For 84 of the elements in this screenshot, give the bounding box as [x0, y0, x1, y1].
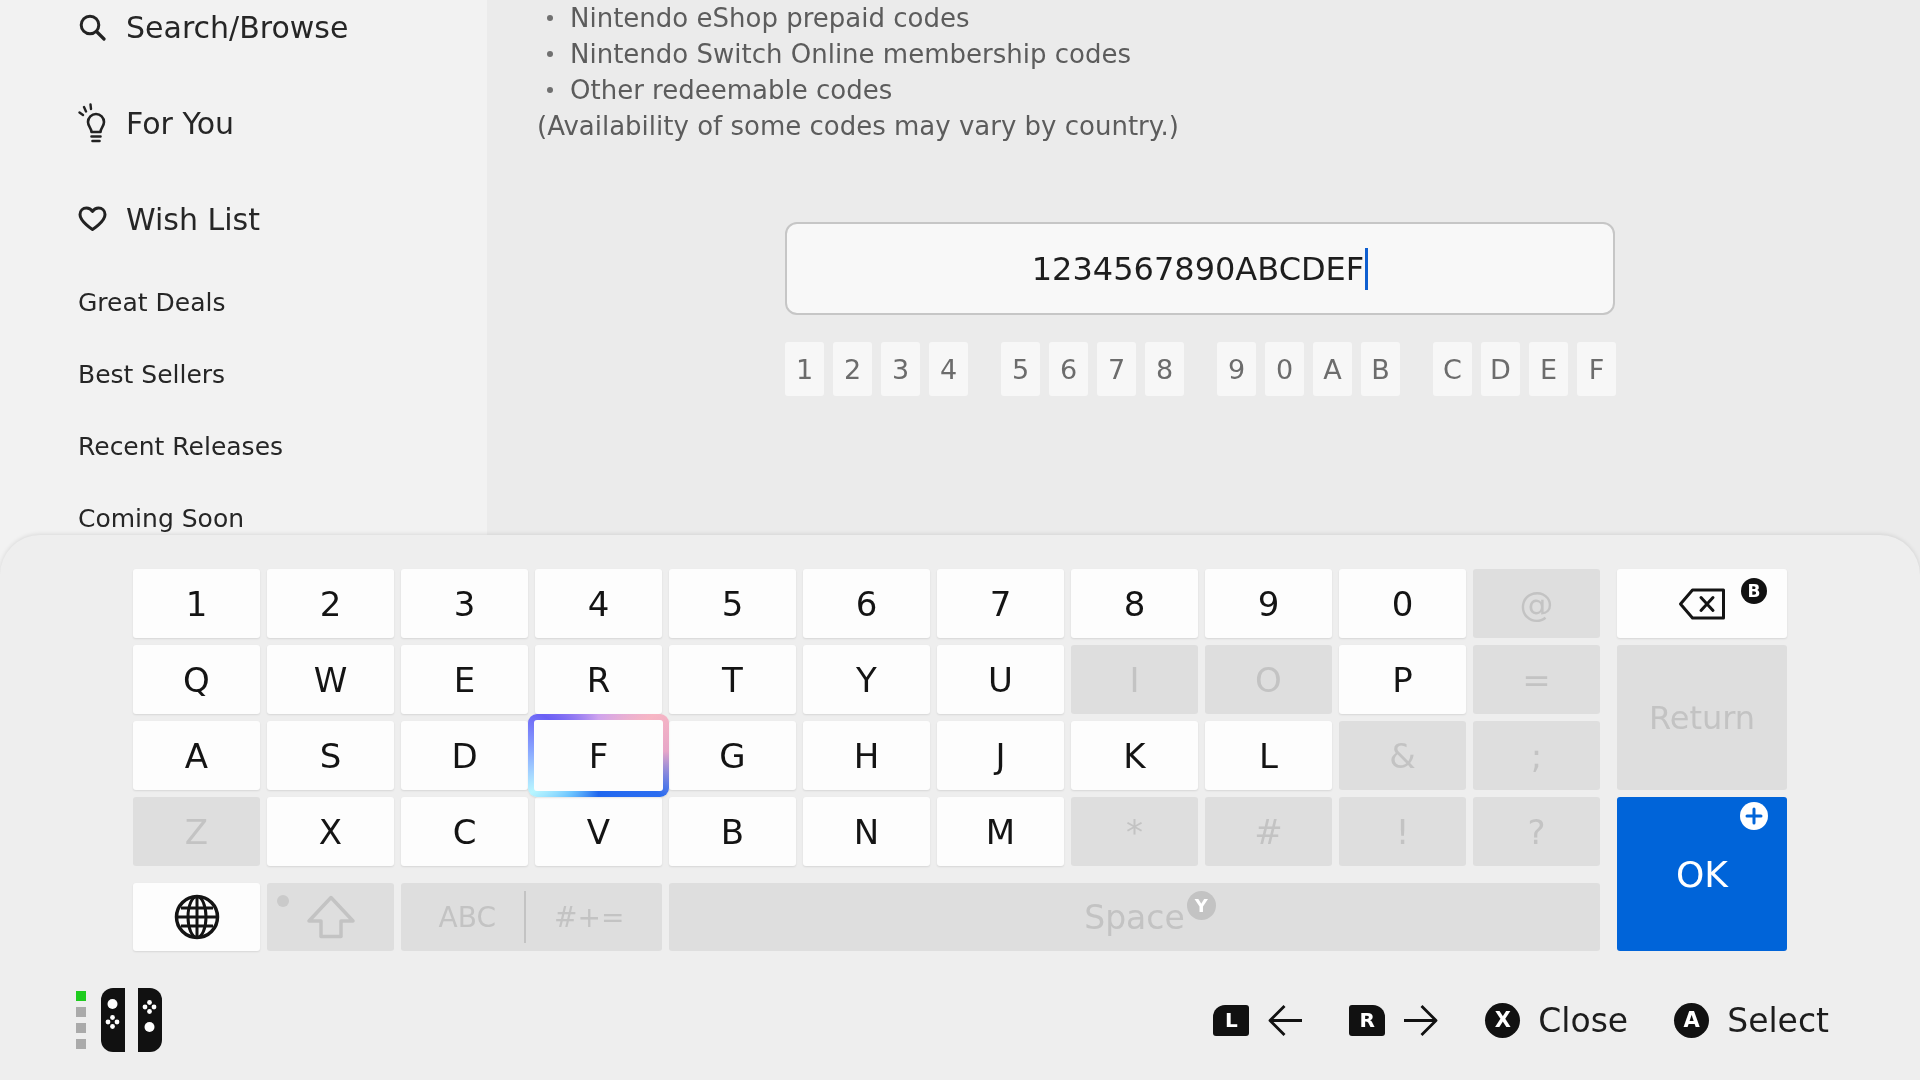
keyboard-key[interactable]: 7 [937, 569, 1064, 638]
keyboard-key[interactable]: M [937, 797, 1064, 866]
button-prompt: Y [1186, 891, 1216, 920]
keyboard-key[interactable]: Y [803, 645, 930, 714]
code-character-tile: A [1313, 342, 1352, 396]
code-character-tile: 8 [1145, 342, 1184, 396]
keyboard-key[interactable]: 9 [1205, 569, 1332, 638]
keyboard-key[interactable]: 1 [133, 569, 260, 638]
code-character-tile: 3 [881, 342, 920, 396]
keyboard-key[interactable]: 8 [1071, 569, 1198, 638]
code-character-tile: 4 [929, 342, 968, 396]
left-arrow-icon [1267, 1003, 1304, 1037]
keyboard-key[interactable]: T [669, 645, 796, 714]
availability-note: (Availability of some codes may vary by country.) [537, 110, 1179, 143]
keyboard-key[interactable]: A [133, 721, 260, 790]
hint-label: Select [1727, 1000, 1829, 1040]
shoulder-button-prompt: L [1213, 1004, 1250, 1036]
code-character-tile: 9 [1217, 342, 1256, 396]
keyboard-key[interactable]: R [535, 645, 662, 714]
search-icon [78, 13, 107, 41]
code-character-tile: 0 [1265, 342, 1304, 396]
code-character-tile: D [1481, 342, 1520, 396]
code-type-text: Nintendo Switch Online membership codes [570, 38, 1131, 71]
keyboard-key[interactable]: B [669, 797, 796, 866]
keyboard-key[interactable]: 6 [803, 569, 930, 638]
code-type-text: Nintendo eShop prepaid codes [570, 2, 970, 35]
globe-icon [173, 894, 220, 940]
face-button-prompt: A [1674, 1002, 1710, 1038]
keyboard-key[interactable]: U [937, 645, 1064, 714]
code-character-tile: 5 [1001, 342, 1040, 396]
keyboard-key[interactable]: C [401, 797, 528, 866]
lightbulb-icon [78, 102, 107, 144]
shoulder-button-prompt: R [1349, 1004, 1386, 1036]
sidebar-item[interactable]: Great Deals [78, 288, 226, 318]
keyboard-key[interactable]: V [535, 797, 662, 866]
backspace-key[interactable]: B [1617, 569, 1787, 638]
sidebar-item[interactable]: Recent Releases [78, 432, 284, 462]
keyboard-key[interactable]: H [803, 721, 930, 790]
keyboard-key[interactable]: 0 [1339, 569, 1466, 638]
keyboard-key[interactable]: J [937, 721, 1064, 790]
code-character-tile: 2 [833, 342, 872, 396]
keyboard-key[interactable]: D [401, 721, 528, 790]
right-arrow-icon [1403, 1003, 1440, 1037]
keyboard-key[interactable]: Q [133, 645, 260, 714]
keyboard-key[interactable]: P [1339, 645, 1466, 714]
code-character-tile: E [1529, 342, 1568, 396]
keyboard-key[interactable]: 2 [267, 569, 394, 638]
sidebar-item[interactable]: Wish List [78, 192, 260, 246]
language-key[interactable] [133, 883, 260, 951]
code-character-tile: 1 [785, 342, 824, 396]
bullet-icon [547, 15, 553, 21]
hint-label: Close [1538, 1000, 1629, 1040]
button-prompt: B [1741, 578, 1767, 604]
backspace-icon [1678, 587, 1726, 620]
plus-button-icon [1740, 802, 1768, 830]
keyboard-key[interactable]: N [803, 797, 930, 866]
code-type-text: Other redeemable codes [570, 74, 893, 107]
keyboard-key[interactable]: E [401, 645, 528, 714]
heart-icon [78, 206, 107, 232]
sidebar-item[interactable]: Coming Soon [78, 504, 244, 534]
keyboard-key[interactable]: 5 [669, 569, 796, 638]
keyboard-key[interactable]: 4 [535, 569, 662, 638]
face-button-prompt: X [1485, 1002, 1521, 1038]
keyboard-key[interactable]: S [267, 721, 394, 790]
code-character-tile: C [1433, 342, 1472, 396]
bullet-icon [547, 51, 553, 57]
keyboard-key[interactable]: X [267, 797, 394, 866]
shift-arrow-icon [305, 895, 356, 939]
controller-icon [100, 987, 163, 1053]
keyboard-key[interactable]: G [669, 721, 796, 790]
keyboard-key[interactable]: K [1071, 721, 1198, 790]
code-input-field[interactable]: 1234567890ABCDEF [785, 222, 1615, 315]
code-character-tile: B [1361, 342, 1400, 396]
sidebar-item[interactable]: Search/Browse [78, 0, 349, 54]
keyboard-key[interactable]: L [1205, 721, 1332, 790]
code-character-tile: 6 [1049, 342, 1088, 396]
bullet-icon [547, 87, 553, 93]
sidebar-item[interactable]: Best Sellers [78, 360, 226, 390]
keyboard-key[interactable]: W [267, 645, 394, 714]
sidebar-item[interactable]: For You [78, 96, 235, 150]
keyboard-key[interactable]: 3 [401, 569, 528, 638]
code-character-tile: 7 [1097, 342, 1136, 396]
code-character-tile: F [1577, 342, 1616, 396]
ok-key[interactable]: OK [1617, 797, 1787, 951]
